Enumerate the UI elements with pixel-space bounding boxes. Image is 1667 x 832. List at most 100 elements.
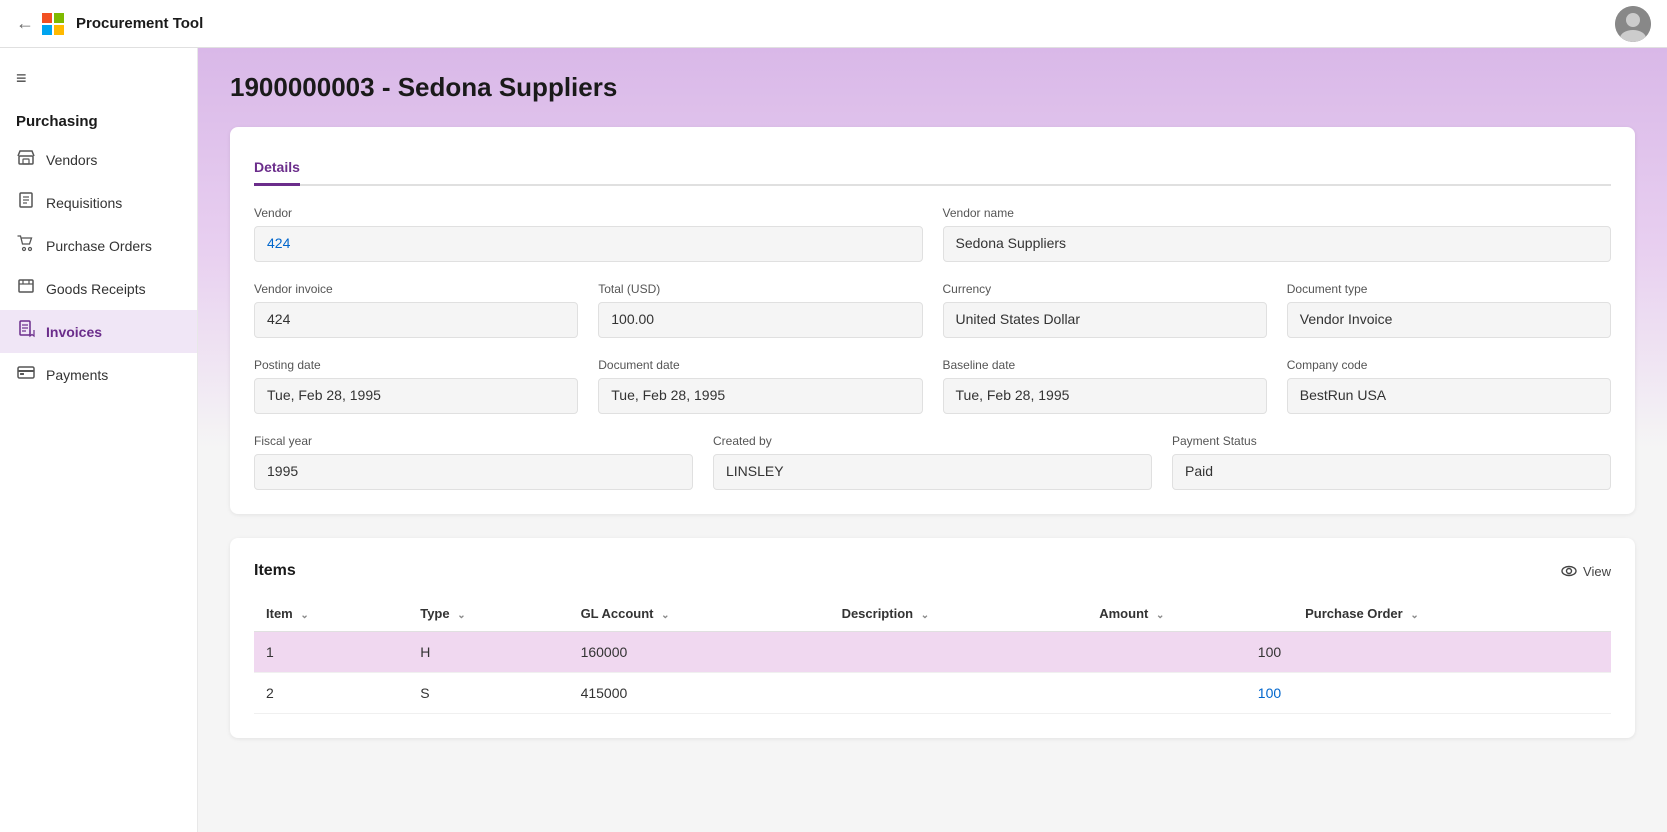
sidebar-item-purchase-orders-label: Purchase Orders [46, 238, 152, 254]
vendor-invoice-label: Vendor invoice [254, 282, 578, 296]
table-row[interactable]: 1 H 160000 100 [254, 632, 1611, 673]
form-row-fiscal: Fiscal year 1995 Created by LINSLEY Paym… [254, 434, 1611, 490]
items-table: Item ⌄ Type ⌄ GL Account ⌄ Description [254, 596, 1611, 714]
main-layout: ≡ Purchasing Vendors Requisitions Purcha… [0, 48, 1667, 832]
items-section-header: Items View [254, 562, 1611, 580]
vendor-name-field: Vendor name Sedona Suppliers [943, 206, 1612, 262]
document-date-field: Document date Tue, Feb 28, 1995 [598, 358, 922, 414]
item-cell: 2 [254, 673, 408, 714]
amount-cell: 100 [1087, 632, 1293, 673]
col-gl-account[interactable]: GL Account ⌄ [569, 596, 830, 632]
fiscal-year-field: Fiscal year 1995 [254, 434, 693, 490]
requisitions-icon [16, 191, 36, 214]
document-date-value: Tue, Feb 28, 1995 [598, 378, 922, 414]
col-item[interactable]: Item ⌄ [254, 596, 408, 632]
type-cell: S [408, 673, 568, 714]
vendor-name-label: Vendor name [943, 206, 1612, 220]
form-row-invoice-details: Vendor invoice 424 Total (USD) 100.00 Cu… [254, 282, 1611, 338]
details-form: Vendor 424 Vendor name Sedona Suppliers … [254, 206, 1611, 490]
vendor-invoice-field: Vendor invoice 424 [254, 282, 578, 338]
avatar[interactable] [1615, 6, 1651, 42]
vendor-label: Vendor [254, 206, 923, 220]
payment-status-label: Payment Status [1172, 434, 1611, 448]
table-header-row: Item ⌄ Type ⌄ GL Account ⌄ Description [254, 596, 1611, 632]
topbar: ← Procurement Tool [0, 0, 1667, 48]
created-by-value: LINSLEY [713, 454, 1152, 490]
vendor-value[interactable]: 424 [254, 226, 923, 262]
sidebar-item-vendors-label: Vendors [46, 152, 97, 168]
fiscal-year-value: 1995 [254, 454, 693, 490]
page-title: 1900000003 - Sedona Suppliers [230, 72, 1635, 103]
document-type-label: Document type [1287, 282, 1611, 296]
vendor-name-value: Sedona Suppliers [943, 226, 1612, 262]
eye-icon [1561, 563, 1577, 579]
sidebar-item-invoices-label: Invoices [46, 324, 102, 340]
col-type[interactable]: Type ⌄ [408, 596, 568, 632]
invoices-icon [16, 320, 36, 343]
tab-bar: Details [254, 151, 1611, 186]
vendor-field: Vendor 424 [254, 206, 923, 262]
amount-cell[interactable]: 100 [1087, 673, 1293, 714]
form-row-vendor: Vendor 424 Vendor name Sedona Suppliers [254, 206, 1611, 262]
sidebar: ≡ Purchasing Vendors Requisitions Purcha… [0, 48, 198, 832]
company-code-label: Company code [1287, 358, 1611, 372]
baseline-date-label: Baseline date [943, 358, 1267, 372]
sidebar-item-purchase-orders[interactable]: Purchase Orders [0, 224, 197, 267]
menu-icon[interactable]: ≡ [0, 56, 197, 101]
view-label: View [1583, 564, 1611, 579]
item-cell: 1 [254, 632, 408, 673]
posting-date-field: Posting date Tue, Feb 28, 1995 [254, 358, 578, 414]
currency-value: United States Dollar [943, 302, 1267, 338]
sidebar-item-payments[interactable]: Payments [0, 353, 197, 396]
col-purchase-order[interactable]: Purchase Order ⌄ [1293, 596, 1611, 632]
fiscal-year-label: Fiscal year [254, 434, 693, 448]
tab-details[interactable]: Details [254, 151, 300, 186]
posting-date-value: Tue, Feb 28, 1995 [254, 378, 578, 414]
vendor-invoice-value: 424 [254, 302, 578, 338]
vendors-icon [16, 148, 36, 171]
col-description[interactable]: Description ⌄ [830, 596, 1088, 632]
company-code-field: Company code BestRun USA [1287, 358, 1611, 414]
items-section-title: Items [254, 562, 296, 580]
payment-status-field: Payment Status Paid [1172, 434, 1611, 490]
description-cell [830, 673, 1088, 714]
sidebar-item-goods-receipts-label: Goods Receipts [46, 281, 146, 297]
payments-icon [16, 363, 36, 386]
baseline-date-field: Baseline date Tue, Feb 28, 1995 [943, 358, 1267, 414]
currency-field: Currency United States Dollar [943, 282, 1267, 338]
sidebar-item-payments-label: Payments [46, 367, 108, 383]
gl-account-cell: 160000 [569, 632, 830, 673]
table-row[interactable]: 2 S 415000 100 [254, 673, 1611, 714]
document-type-field: Document type Vendor Invoice [1287, 282, 1611, 338]
sidebar-item-requisitions[interactable]: Requisitions [0, 181, 197, 224]
currency-label: Currency [943, 282, 1267, 296]
purchase-order-cell [1293, 673, 1611, 714]
sidebar-item-vendors[interactable]: Vendors [0, 138, 197, 181]
gl-account-cell: 415000 [569, 673, 830, 714]
sidebar-item-requisitions-label: Requisitions [46, 195, 122, 211]
sidebar-item-goods-receipts[interactable]: Goods Receipts [0, 267, 197, 310]
total-field: Total (USD) 100.00 [598, 282, 922, 338]
posting-date-label: Posting date [254, 358, 578, 372]
col-amount[interactable]: Amount ⌄ [1087, 596, 1293, 632]
ms-logo [42, 13, 64, 35]
form-row-dates: Posting date Tue, Feb 28, 1995 Document … [254, 358, 1611, 414]
document-date-label: Document date [598, 358, 922, 372]
company-code-value: BestRun USA [1287, 378, 1611, 414]
purchase-order-cell [1293, 632, 1611, 673]
document-type-value: Vendor Invoice [1287, 302, 1611, 338]
details-card: Details Vendor 424 Vendor name Sedona Su… [230, 127, 1635, 514]
type-cell: H [408, 632, 568, 673]
items-card: Items View Item ⌄ [230, 538, 1635, 738]
purchase-orders-icon [16, 234, 36, 257]
view-button[interactable]: View [1561, 563, 1611, 579]
goods-receipts-icon [16, 277, 36, 300]
created-by-label: Created by [713, 434, 1152, 448]
payment-status-value: Paid [1172, 454, 1611, 490]
content-area: 1900000003 - Sedona Suppliers Details Ve… [198, 48, 1667, 832]
sidebar-item-invoices[interactable]: Invoices [0, 310, 197, 353]
description-cell [830, 632, 1088, 673]
back-button[interactable]: ← [16, 13, 34, 34]
total-label: Total (USD) [598, 282, 922, 296]
created-by-field: Created by LINSLEY [713, 434, 1152, 490]
